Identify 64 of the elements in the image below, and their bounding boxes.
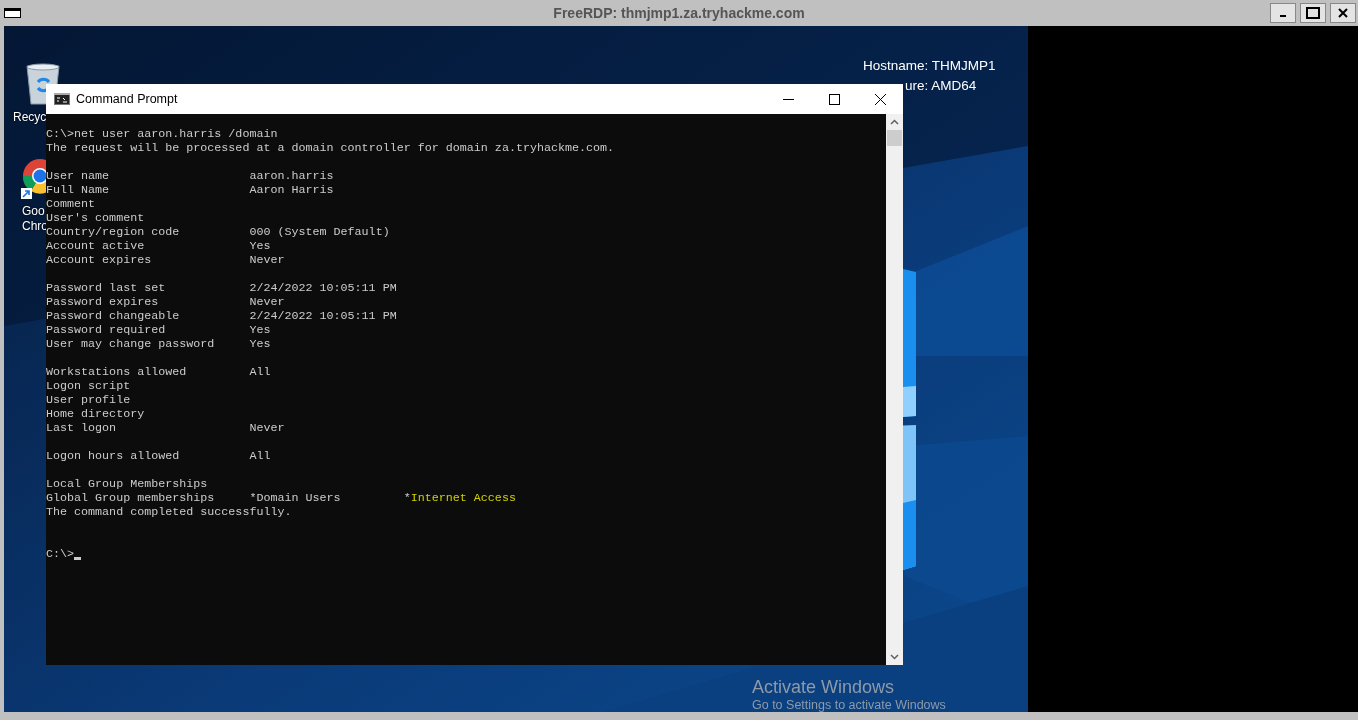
field-label: Account active <box>46 239 146 253</box>
field-label: User profile <box>46 393 132 407</box>
activation-subtitle: Go to Settings to activate Windows <box>752 698 946 712</box>
field-value: 2/24/2022 10:05:11 PM <box>249 309 397 323</box>
field-label: Account expires <box>46 253 153 267</box>
field-value: 000 (System Default) <box>249 225 390 239</box>
console-line: The command completed successfully. <box>46 505 292 519</box>
field-value: Yes <box>249 239 271 253</box>
field-label: Password changeable <box>46 309 181 323</box>
field-label: Global Group memberships <box>46 491 216 505</box>
scrollbar[interactable] <box>886 114 903 665</box>
field-label: User name <box>46 169 111 183</box>
architecture-text: ure: AMD64 <box>905 77 978 95</box>
field-label: Logon script <box>46 379 132 393</box>
field-label: Country/region code <box>46 225 181 239</box>
field-label: Local Group Memberships <box>46 477 209 491</box>
field-value: All <box>249 449 271 463</box>
window-icon[interactable] <box>4 8 21 18</box>
minimize-icon <box>1280 15 1286 17</box>
field-value: Yes <box>249 337 271 351</box>
field-value: Never <box>249 295 285 309</box>
maximize-icon <box>1306 7 1320 19</box>
field-label: Logon hours allowed <box>46 449 181 463</box>
prompt-text: C:\> <box>46 547 75 561</box>
close-icon <box>874 93 886 105</box>
scrollbar-thumb[interactable] <box>887 130 902 146</box>
field-value: aaron.harris <box>249 169 334 183</box>
field-value: Yes <box>249 323 271 337</box>
field-value: 2/24/2022 10:05:11 PM <box>249 281 397 295</box>
close-icon <box>1337 7 1349 19</box>
field-value: Aaron Harris <box>249 183 334 197</box>
console-icon <box>54 93 70 105</box>
field-label: Password last set <box>46 281 167 295</box>
field-label: Password expires <box>46 295 160 309</box>
console-line: C:\>net user aaron.harris /domain <box>46 127 278 141</box>
field-label: Home directory <box>46 407 146 421</box>
field-label: User may change password <box>46 337 216 351</box>
hostname-text: Hostname: THMJMP1 <box>863 57 996 75</box>
window-title: FreeRDP: thmjmp1.za.tryhackme.com <box>553 5 805 21</box>
maximize-icon <box>828 93 840 105</box>
field-value: Never <box>249 421 285 435</box>
field-label: Last logon <box>46 421 118 435</box>
field-label: Comment <box>46 197 97 211</box>
console-line: The request will be processed at a domain controller for domain za.tryhackme.com. <box>46 141 615 155</box>
group-name: Internet Access <box>410 491 516 505</box>
field-label: Password required <box>46 323 167 337</box>
minimize-button[interactable] <box>1270 3 1296 23</box>
scroll-down-icon[interactable] <box>890 654 899 660</box>
field-label: User's comment <box>46 211 146 225</box>
window-title: Command Prompt <box>76 92 178 106</box>
icon-label: Goo <box>22 204 45 219</box>
field-label: Workstations allowed <box>46 365 188 379</box>
field-value: Never <box>249 253 285 267</box>
activation-title: Activate Windows <box>752 676 896 698</box>
field-label: Full Name <box>46 183 111 197</box>
group-marker: * <box>403 491 411 505</box>
group-name: Domain Users <box>256 491 341 505</box>
group-marker: * <box>249 491 257 505</box>
scroll-up-icon[interactable] <box>890 119 899 125</box>
close-button[interactable] <box>1330 3 1356 23</box>
text-cursor <box>74 557 82 560</box>
icon-label: Recyc <box>13 110 47 125</box>
field-value: All <box>249 365 271 379</box>
maximize-button[interactable] <box>1300 3 1326 23</box>
